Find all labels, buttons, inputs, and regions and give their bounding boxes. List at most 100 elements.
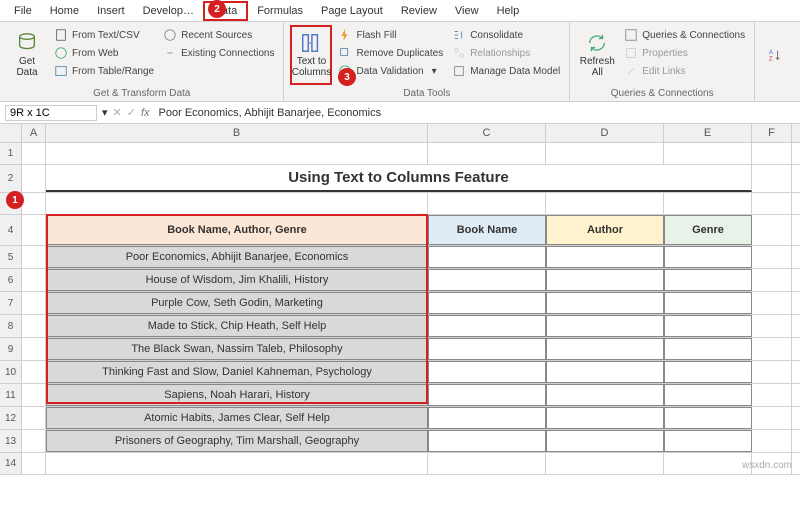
data-cell[interactable]: Thinking Fast and Slow, Daniel Kahneman,… (46, 361, 428, 383)
flash-fill-button[interactable]: Flash Fill (335, 27, 446, 43)
cell[interactable] (664, 269, 752, 291)
cell[interactable] (546, 384, 664, 406)
header-source[interactable]: Book Name, Author, Genre (46, 215, 428, 245)
cell[interactable] (752, 165, 792, 192)
cell[interactable] (752, 246, 792, 268)
cell[interactable] (22, 315, 46, 337)
cell[interactable] (428, 292, 546, 314)
cell[interactable] (664, 193, 752, 215)
sort-az-button[interactable]: AZ (761, 25, 789, 85)
cell[interactable] (546, 246, 664, 268)
menu-insert[interactable]: Insert (88, 3, 134, 19)
cell[interactable] (22, 246, 46, 268)
cell[interactable] (22, 215, 46, 245)
consolidate-button[interactable]: Consolidate (449, 27, 563, 43)
menu-home[interactable]: Home (41, 3, 88, 19)
cell[interactable] (664, 246, 752, 268)
cell[interactable] (428, 430, 546, 452)
cell[interactable] (664, 407, 752, 429)
cell[interactable] (428, 407, 546, 429)
sort-button[interactable]: Sort (792, 25, 800, 85)
row-header[interactable]: 6 (0, 269, 22, 291)
row-header[interactable]: 10 (0, 361, 22, 383)
text-to-columns-button[interactable]: Text to Columns (290, 25, 332, 85)
select-all[interactable] (0, 124, 22, 142)
menu-developer[interactable]: Develop… (134, 3, 203, 19)
cell[interactable] (22, 384, 46, 406)
data-cell[interactable]: Poor Economics, Abhijit Banarjee, Econom… (46, 246, 428, 268)
data-cell[interactable]: Made to Stick, Chip Heath, Self Help (46, 315, 428, 337)
header-author[interactable]: Author (546, 215, 664, 245)
cell[interactable] (428, 453, 546, 475)
cell[interactable] (46, 143, 428, 165)
recent-sources-button[interactable]: Recent Sources (160, 27, 277, 43)
row-header[interactable]: 12 (0, 407, 22, 429)
cell[interactable] (428, 246, 546, 268)
cell[interactable] (546, 361, 664, 383)
cell[interactable] (546, 315, 664, 337)
header-genre[interactable]: Genre (664, 215, 752, 245)
cell[interactable] (546, 453, 664, 475)
cell[interactable] (664, 292, 752, 314)
cell[interactable] (22, 453, 46, 475)
row-header[interactable]: 7 (0, 292, 22, 314)
cell[interactable] (22, 361, 46, 383)
menu-view[interactable]: View (446, 3, 488, 19)
data-cell[interactable]: House of Wisdom, Jim Khalili, History (46, 269, 428, 291)
cell[interactable] (428, 143, 546, 165)
cell[interactable] (752, 215, 792, 245)
cell[interactable] (22, 338, 46, 360)
row-header[interactable]: 14 (0, 453, 22, 474)
cell[interactable] (428, 384, 546, 406)
cell[interactable] (664, 338, 752, 360)
row-header[interactable]: 5 (0, 246, 22, 268)
menu-file[interactable]: File (5, 3, 41, 19)
name-box[interactable] (5, 105, 97, 121)
cell[interactable] (22, 292, 46, 314)
cell[interactable] (664, 430, 752, 452)
chevron-down-icon[interactable]: ▾ (102, 106, 108, 119)
menu-page-layout[interactable]: Page Layout (312, 3, 392, 19)
row-header[interactable]: 13 (0, 430, 22, 452)
col-header-f[interactable]: F (752, 124, 792, 142)
cell[interactable] (428, 269, 546, 291)
queries-connections-button[interactable]: Queries & Connections (621, 27, 748, 43)
check-icon[interactable]: ✓ (127, 106, 136, 119)
cell[interactable] (46, 193, 428, 215)
cell[interactable] (752, 430, 792, 452)
cell[interactable] (752, 315, 792, 337)
col-header-b[interactable]: B (46, 124, 428, 142)
menu-help[interactable]: Help (488, 3, 529, 19)
remove-duplicates-button[interactable]: Remove Duplicates (335, 45, 446, 61)
cell[interactable] (428, 361, 546, 383)
row-header[interactable]: 1 (0, 143, 22, 164)
cell[interactable] (22, 269, 46, 291)
fx-icon[interactable]: fx (141, 107, 150, 119)
cell[interactable] (546, 338, 664, 360)
col-header-d[interactable]: D (546, 124, 664, 142)
cell[interactable] (752, 361, 792, 383)
data-cell[interactable]: Sapiens, Noah Harari, History (46, 384, 428, 406)
cell[interactable] (22, 165, 46, 192)
row-header[interactable]: 11 (0, 384, 22, 406)
from-table-range-button[interactable]: From Table/Range (51, 63, 157, 79)
cell[interactable] (428, 315, 546, 337)
cell[interactable] (22, 143, 46, 165)
data-cell[interactable]: Prisoners of Geography, Tim Marshall, Ge… (46, 430, 428, 452)
cell[interactable] (664, 143, 752, 165)
formula-bar[interactable]: Poor Economics, Abhijit Banarjee, Econom… (155, 106, 795, 120)
cell[interactable] (428, 193, 546, 215)
existing-connections-button[interactable]: Existing Connections (160, 45, 277, 61)
cell[interactable] (752, 384, 792, 406)
cell[interactable] (752, 193, 792, 215)
get-data-button[interactable]: Get Data (6, 25, 48, 85)
cell[interactable] (22, 193, 46, 215)
cancel-icon[interactable]: ✕ (113, 106, 122, 119)
col-header-c[interactable]: C (428, 124, 546, 142)
header-bookname[interactable]: Book Name (428, 215, 546, 245)
manage-data-model-button[interactable]: Manage Data Model (449, 63, 563, 79)
from-text-csv-button[interactable]: From Text/CSV (51, 27, 157, 43)
cell[interactable] (752, 269, 792, 291)
cell[interactable] (546, 430, 664, 452)
row-header[interactable]: 4 (0, 215, 22, 245)
